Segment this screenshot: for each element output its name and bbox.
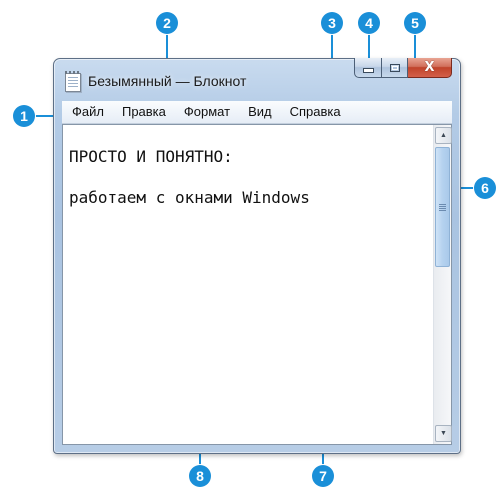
minimize-icon bbox=[362, 68, 374, 73]
menu-bar: Файл Правка Формат Вид Справка bbox=[62, 101, 452, 124]
maximize-button[interactable] bbox=[382, 58, 408, 78]
notepad-window[interactable]: Безымянный — Блокнот X Файл Правка Форма… bbox=[53, 58, 461, 454]
callout-5: 5 bbox=[404, 12, 426, 34]
callout-3: 3 bbox=[321, 12, 343, 34]
scroll-down-button[interactable]: ▼ bbox=[435, 425, 452, 442]
vertical-scrollbar[interactable]: ▲ ▼ bbox=[433, 125, 452, 444]
client-area: ПРОСТО И ПОНЯТНО: работаем с окнами Wind… bbox=[62, 124, 452, 445]
grip-icon bbox=[439, 203, 446, 211]
window-title: Безымянный — Блокнот bbox=[88, 73, 247, 89]
scrollbar-thumb[interactable] bbox=[435, 147, 450, 267]
close-button[interactable]: X bbox=[408, 58, 452, 78]
callout-1: 1 bbox=[13, 105, 35, 127]
text-line: ПРОСТО И ПОНЯТНО: bbox=[69, 147, 233, 166]
notepad-app-icon[interactable] bbox=[65, 71, 81, 92]
text-edit-area[interactable]: ПРОСТО И ПОНЯТНО: работаем с окнами Wind… bbox=[63, 125, 433, 444]
callout-4: 4 bbox=[358, 12, 380, 34]
arrow-down-icon: ▼ bbox=[440, 430, 447, 437]
callout-6: 6 bbox=[474, 177, 496, 199]
callout-2: 2 bbox=[156, 12, 178, 34]
callout-7: 7 bbox=[312, 465, 334, 487]
menu-format[interactable]: Формат bbox=[175, 101, 239, 123]
callout-8: 8 bbox=[189, 465, 211, 487]
menu-help[interactable]: Справка bbox=[281, 101, 350, 123]
arrow-up-icon: ▲ bbox=[440, 132, 447, 139]
menu-edit[interactable]: Правка bbox=[113, 101, 175, 123]
menu-view[interactable]: Вид bbox=[239, 101, 281, 123]
caption-buttons: X bbox=[354, 58, 452, 78]
text-line: работаем с окнами Windows bbox=[69, 188, 310, 207]
menu-file[interactable]: Файл bbox=[62, 101, 113, 123]
scroll-up-button[interactable]: ▲ bbox=[435, 127, 452, 144]
maximize-icon bbox=[389, 63, 400, 72]
close-icon: X bbox=[424, 60, 435, 75]
minimize-button[interactable] bbox=[354, 58, 382, 78]
title-bar[interactable]: Безымянный — Блокнот X bbox=[54, 58, 460, 101]
